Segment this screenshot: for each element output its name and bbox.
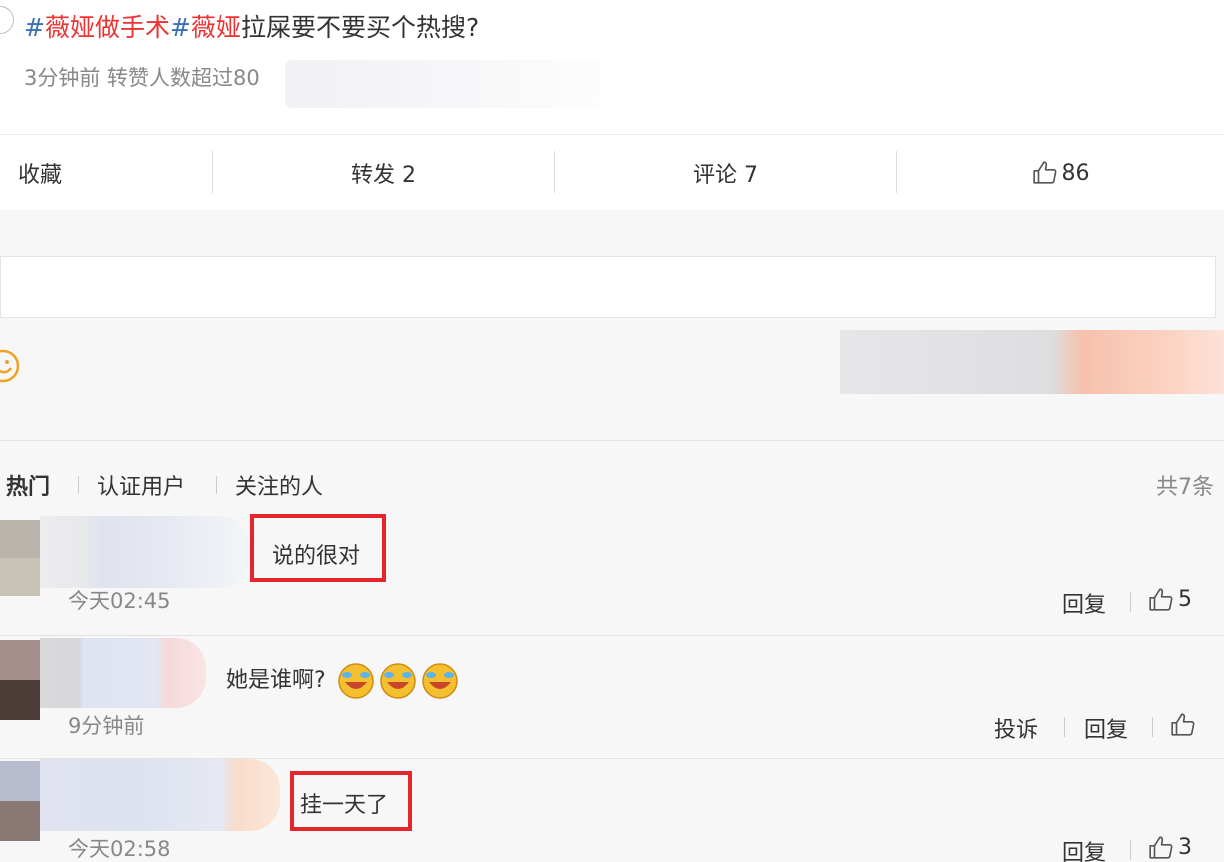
- mosaic-blur: [840, 330, 1224, 394]
- comment-input[interactable]: [0, 256, 1216, 318]
- comment-text: 她是谁啊?: [226, 662, 459, 700]
- reply-button[interactable]: 回复: [1062, 587, 1106, 619]
- like-button[interactable]: [1170, 712, 1200, 738]
- mosaic-blur: [40, 759, 280, 831]
- comment-count: 共7条: [1156, 475, 1214, 500]
- laughing-emoji-icon: [337, 663, 374, 699]
- action-bar: 收藏 转发 2 评论 7 86: [0, 134, 1224, 210]
- thumbs-up-icon: [1032, 161, 1056, 184]
- comment-time: 9分钟前: [68, 714, 145, 738]
- report-button[interactable]: 投诉: [994, 712, 1038, 744]
- divider: [78, 476, 79, 494]
- thumbs-up-icon: [1149, 836, 1173, 859]
- avatar[interactable]: [0, 520, 40, 596]
- comment-filter-bar: 热门 认证用户 关注的人 共7条: [0, 440, 1224, 500]
- like-button[interactable]: 5: [1148, 587, 1192, 613]
- reply-button[interactable]: 回复: [1062, 835, 1106, 862]
- thumbs-up-icon: [1171, 713, 1195, 736]
- favorite-button[interactable]: 收藏: [0, 135, 212, 211]
- divider: [1152, 717, 1153, 737]
- comment-item: 挂一天了 今天02:58 回复 3: [0, 758, 1224, 862]
- reply-button[interactable]: 回复: [1084, 712, 1128, 744]
- laughing-emoji-icon: [379, 663, 416, 699]
- mosaic-blur: [285, 60, 600, 108]
- like-button[interactable]: 86: [897, 135, 1224, 211]
- emoji-icon[interactable]: [0, 349, 20, 383]
- post-meta: 3分钟前 转赞人数超过80: [24, 66, 260, 90]
- mosaic-blur: [40, 638, 206, 708]
- tab-following[interactable]: 关注的人: [235, 469, 323, 501]
- tab-hot[interactable]: 热门: [6, 469, 50, 501]
- divider: [1130, 592, 1131, 612]
- divider: [1130, 840, 1131, 860]
- comment-text: 挂一天了: [300, 793, 389, 818]
- hashtag-link[interactable]: 薇娅做手术: [45, 13, 170, 42]
- post-header: #薇娅做手术#薇娅拉屎要不要买个热搜? 3分钟前 转赞人数超过80: [0, 0, 1224, 134]
- comment-time: 今天02:45: [68, 589, 171, 613]
- comment-time: 今天02:58: [68, 837, 171, 861]
- comment-item: 说的很对 今天02:45 回复 5: [0, 510, 1224, 633]
- divider: [1064, 717, 1065, 737]
- forward-button[interactable]: 转发 2: [213, 135, 554, 211]
- tab-verified-users[interactable]: 认证用户: [97, 469, 185, 501]
- avatar[interactable]: [0, 761, 40, 841]
- comment-text: 说的很对: [272, 544, 361, 569]
- author-avatar[interactable]: [0, 6, 14, 34]
- avatar[interactable]: [0, 640, 40, 720]
- post-text: #薇娅做手术#薇娅拉屎要不要买个热搜?: [24, 13, 480, 42]
- thumbs-up-icon: [1149, 588, 1173, 611]
- divider: [216, 476, 217, 494]
- hashtag-link[interactable]: 薇娅: [191, 13, 241, 42]
- mosaic-blur: [40, 516, 250, 588]
- like-button[interactable]: 3: [1148, 835, 1192, 861]
- comment-button[interactable]: 评论 7: [555, 135, 896, 211]
- comment-item: 她是谁啊? 9分钟前 投诉 回复: [0, 635, 1224, 757]
- laughing-emoji-icon: [421, 663, 458, 699]
- post-body: 拉屎要不要买个热搜?: [240, 13, 480, 42]
